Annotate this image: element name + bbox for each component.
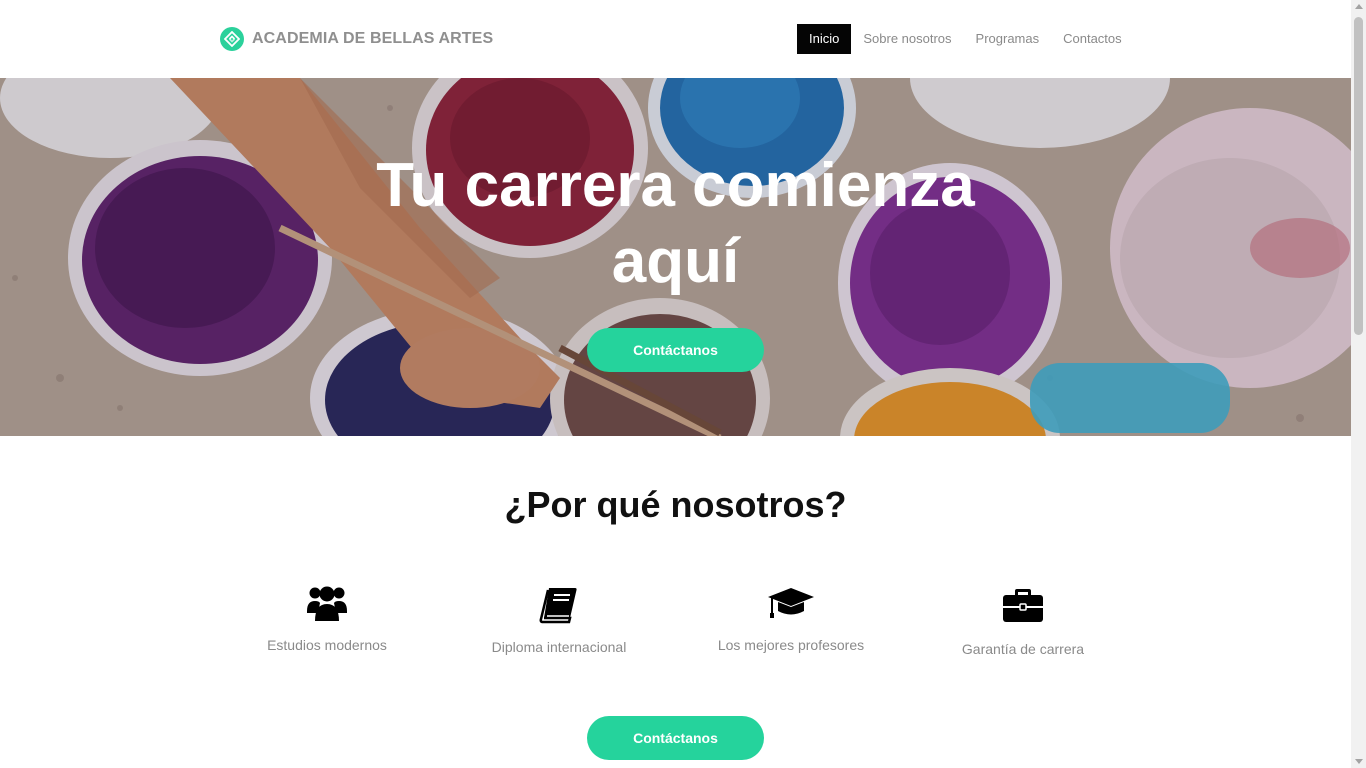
hero-contact-button[interactable]: Contáctanos [587,328,764,372]
feature-item: Estudios modernos [237,583,417,653]
scroll-down-icon[interactable] [1355,759,1363,764]
brand[interactable]: ACADEMIA DE BELLAS ARTES [220,27,493,51]
feature-label: Garantía de carrera [961,641,1085,657]
diamond-link-icon [220,27,244,51]
brand-name: ACADEMIA DE BELLAS ARTES [252,30,494,47]
graduation-cap-icon [701,583,881,623]
feature-item: Garantía de carrera [933,583,1113,657]
feature-label: Estudios modernos [267,637,387,653]
hero-title: Tu carrera comienza aquí [0,148,1351,300]
users-icon [237,583,417,623]
hero-title-line2: aquí [611,227,740,296]
hero-banner: Tu carrera comienza aquí Contáctanos [0,78,1351,436]
main-nav: Inicio Sobre nosotros Programas Contacto… [797,24,1134,54]
nav-item-contactos[interactable]: Contactos [1051,24,1134,54]
book-icon [469,585,649,625]
feature-label: Diploma internacional [491,639,627,655]
briefcase-icon [933,583,1113,627]
hero-title-line1: Tu carrera comienza [376,151,975,220]
scroll-up-icon[interactable] [1355,4,1363,9]
feature-item: Diploma internacional [469,585,649,655]
feature-label: Los mejores profesores [717,637,865,653]
scroll-thumb[interactable] [1354,17,1363,335]
site-header: ACADEMIA DE BELLAS ARTES Inicio Sobre no… [0,0,1351,78]
feature-item: Los mejores profesores [701,583,881,653]
nav-item-sobre-nosotros[interactable]: Sobre nosotros [851,24,963,54]
contact-button[interactable]: Contáctanos [587,716,764,760]
page-scrollbar[interactable] [1351,0,1366,768]
nav-item-programas[interactable]: Programas [964,24,1052,54]
section-title: ¿Por qué nosotros? [504,484,847,525]
nav-item-inicio[interactable]: Inicio [797,24,852,54]
